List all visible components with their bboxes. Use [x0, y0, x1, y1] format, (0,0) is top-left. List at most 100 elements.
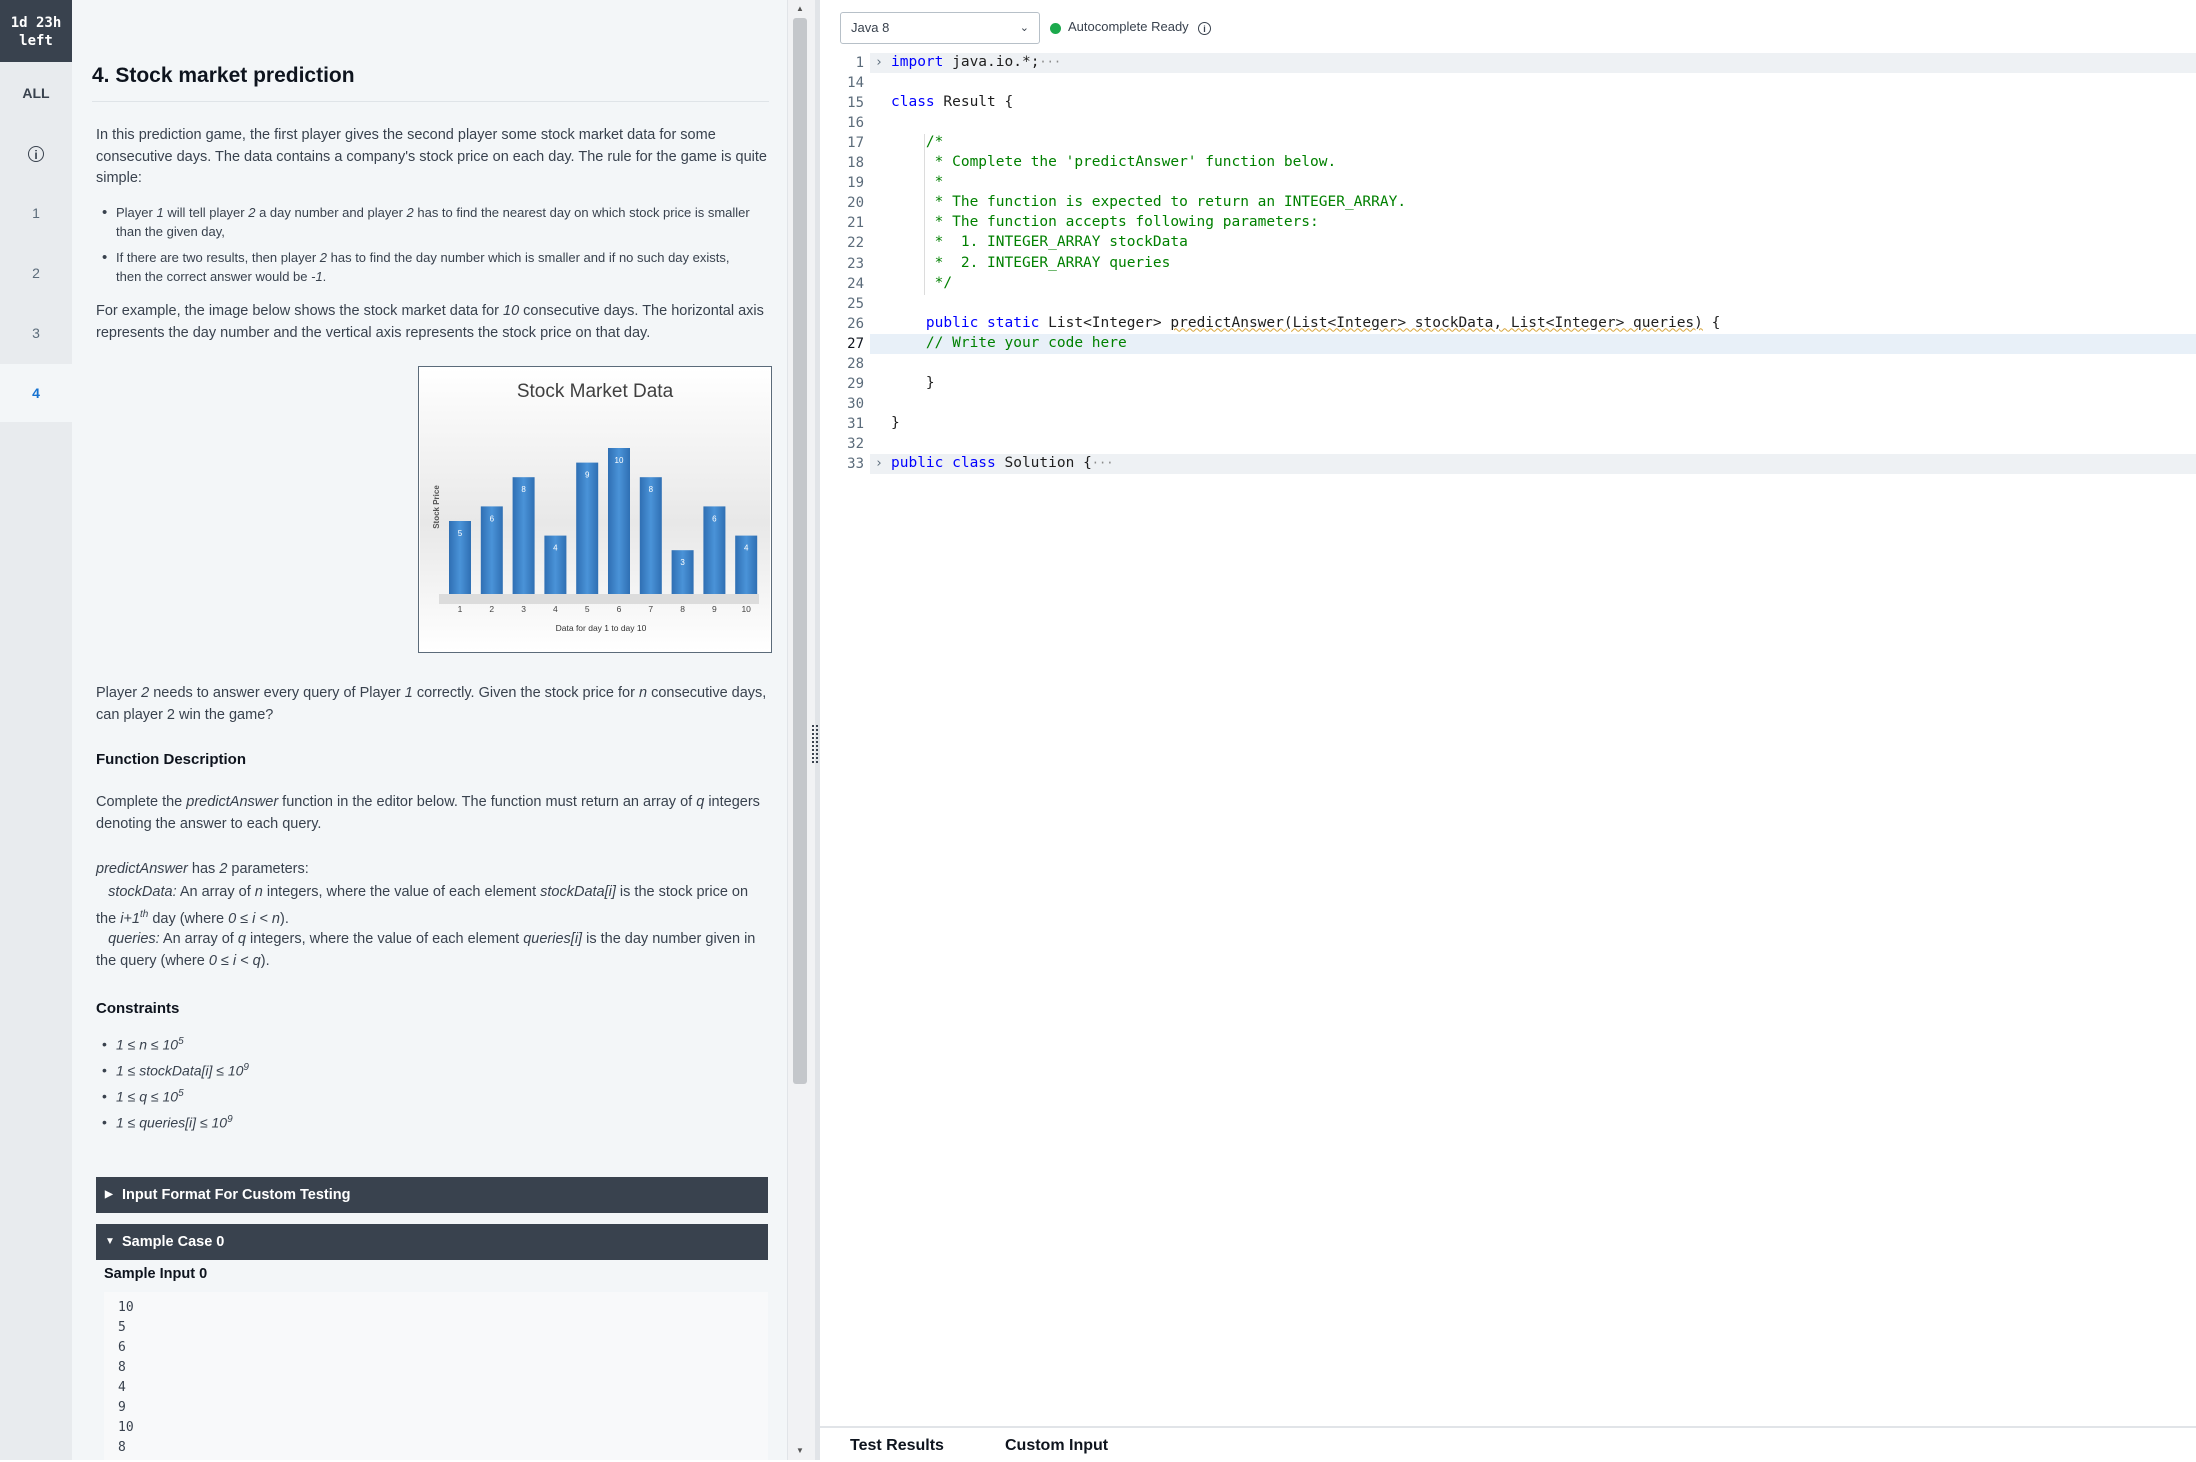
chart-bar-value-label: 5 [458, 529, 463, 538]
chart-x-tick-label: 4 [553, 604, 558, 614]
chart-x-tick-label: 10 [741, 604, 751, 614]
rail-item-question-2[interactable]: 2 [0, 244, 72, 302]
stock-chart: Stock Market Data Stock Price Data for d… [418, 366, 772, 653]
rule-item-2: If there are two results, then player 2 … [102, 248, 756, 286]
code-line[interactable]: import java.io.*;··· [891, 54, 1061, 70]
time-remaining: 1d 23h left [0, 0, 72, 62]
chart-x-tick-label: 8 [680, 604, 685, 614]
chart-bar [608, 448, 630, 594]
line-number: 31 [847, 415, 864, 432]
chart-bar-value-label: 6 [712, 514, 717, 523]
chart-bar-value-label: 4 [553, 544, 558, 553]
sample-line: 4 [118, 1380, 126, 1395]
chart-bar [512, 477, 535, 594]
sample-line: 8 [118, 1360, 126, 1375]
parameter-queries: queries: An array of q integers, where t… [96, 931, 756, 969]
code-line[interactable]: * Complete the 'predictAnswer' function … [891, 154, 1337, 170]
chart-bar [671, 550, 694, 594]
fold-chevron-icon[interactable]: › [875, 55, 883, 70]
chart-bar-value-label: 6 [490, 514, 495, 523]
chart-bar-value-label: 8 [521, 485, 526, 494]
code-line[interactable]: * 2. INTEGER_ARRAY queries [891, 255, 1171, 271]
line-number: 30 [847, 395, 864, 412]
scroll-up-arrow-icon[interactable]: ▲ [796, 4, 804, 13]
problem-panel: 4. Stock market prediction In this predi… [72, 0, 787, 1460]
sample-input-label: Sample Input 0 [104, 1266, 208, 1282]
chart-bar-value-label: 9 [585, 471, 590, 480]
scroll-down-arrow-icon[interactable]: ▼ [796, 1446, 804, 1455]
sample-line: 10 [118, 1300, 134, 1315]
parameters-intro: predictAnswer has 2 parameters: [96, 861, 309, 877]
rail-item-question-1[interactable]: 1 [0, 184, 72, 242]
code-line[interactable]: } [891, 415, 900, 431]
question-paragraph: Player 2 needs to answer every query of … [96, 685, 767, 723]
fold-chevron-icon[interactable]: › [875, 456, 883, 471]
tab-test-results[interactable]: Test Results [850, 1437, 944, 1455]
rail-item-info[interactable]: i [0, 124, 72, 182]
code-line[interactable]: /* [891, 134, 943, 150]
problem-title: 4. Stock market prediction [92, 64, 355, 87]
rail-item-all[interactable]: ALL [0, 64, 72, 122]
chart-x-axis-label: Data for day 1 to day 10 [556, 623, 647, 633]
splitter-grip-icon[interactable] [811, 725, 819, 765]
info-icon[interactable]: i [1198, 22, 1211, 35]
autocomplete-status: Autocomplete Ready [1068, 19, 1189, 34]
code-line[interactable]: // Write your code here [891, 335, 1127, 351]
autocomplete-status-icon [1050, 23, 1061, 34]
code-line[interactable]: } [891, 375, 935, 391]
constraint-item: 1 ≤ stockData[i] ≤ 109 [102, 1062, 249, 1079]
line-number: 17 [847, 135, 864, 152]
chart-bar-value-label: 10 [615, 456, 624, 465]
line-number: 1 [855, 55, 864, 71]
rail-item-question-4[interactable]: 4 [0, 364, 72, 422]
sample-line: 5 [118, 1320, 126, 1335]
constraint-item: 1 ≤ n ≤ 105 [102, 1036, 184, 1053]
chart-x-tick-label: 9 [712, 604, 717, 614]
chart-x-tick-label: 1 [458, 604, 463, 614]
chart-bar-value-label: 3 [680, 558, 685, 567]
chart-bar-value-label: 4 [744, 544, 749, 553]
code-line[interactable]: */ [891, 275, 952, 291]
code-line[interactable]: public class Solution {··· [891, 455, 1113, 471]
code-line[interactable]: * 1. INTEGER_ARRAY stockData [891, 234, 1188, 250]
chart-x-tick-label: 5 [585, 604, 590, 614]
code-line[interactable]: * The function is expected to return an … [891, 194, 1406, 210]
rail-item-question-3[interactable]: 3 [0, 304, 72, 362]
collapse-triangle-icon: ▼ [105, 1236, 115, 1247]
info-icon: i [28, 146, 44, 163]
code-line[interactable]: * [891, 174, 944, 190]
input-format-toggle[interactable]: ▶ Input Format For Custom Testing [96, 1177, 768, 1213]
line-number: 14 [847, 75, 864, 92]
sample-line: 10 [118, 1420, 134, 1435]
code-line[interactable]: public static List<Integer> predictAnswe… [891, 315, 1720, 331]
scrollbar-thumb[interactable] [793, 18, 807, 1084]
line-number: 22 [847, 235, 864, 252]
expand-triangle-icon: ▶ [105, 1189, 113, 1200]
intro-paragraph: In this prediction game, the first playe… [96, 127, 767, 186]
sample-case-toggle[interactable]: ▼ Sample Case 0 [96, 1224, 768, 1260]
function-description-text: Complete the predictAnswer function in t… [96, 794, 760, 832]
line-number: 16 [847, 115, 864, 132]
chart-bar [639, 477, 662, 594]
line-number: 26 [847, 315, 864, 332]
code-line[interactable]: * The function accepts following paramet… [891, 214, 1319, 230]
line-number: 33 [847, 456, 864, 472]
sample-line: 6 [118, 1340, 126, 1355]
code-line[interactable]: class Result { [891, 94, 1013, 110]
sample-line: 9 [118, 1400, 126, 1415]
parameter-stockdata: stockData: An array of n integers, where… [96, 884, 749, 927]
rule-item-1: Player 1 will tell player 2 a day number… [102, 203, 756, 241]
language-select[interactable]: Java 8 ⌄ [840, 12, 1040, 44]
stock-chart-svg: Stock Market Data Stock Price Data for d… [420, 368, 770, 651]
chart-bar [576, 462, 599, 594]
sample-input-block: 10 5 6 8 4 9 10 8 [104, 1292, 768, 1460]
line-number: 24 [847, 275, 864, 292]
line-number: 27 [847, 335, 864, 352]
line-number: 19 [847, 175, 864, 192]
constraint-item: 1 ≤ q ≤ 105 [102, 1088, 184, 1105]
timer-suffix: left [19, 33, 53, 49]
language-select-value: Java 8 [851, 20, 890, 35]
sample-case-label: Sample Case 0 [122, 1234, 225, 1250]
chart-x-tick-label: 6 [617, 604, 622, 614]
tab-custom-input[interactable]: Custom Input [1005, 1437, 1108, 1455]
